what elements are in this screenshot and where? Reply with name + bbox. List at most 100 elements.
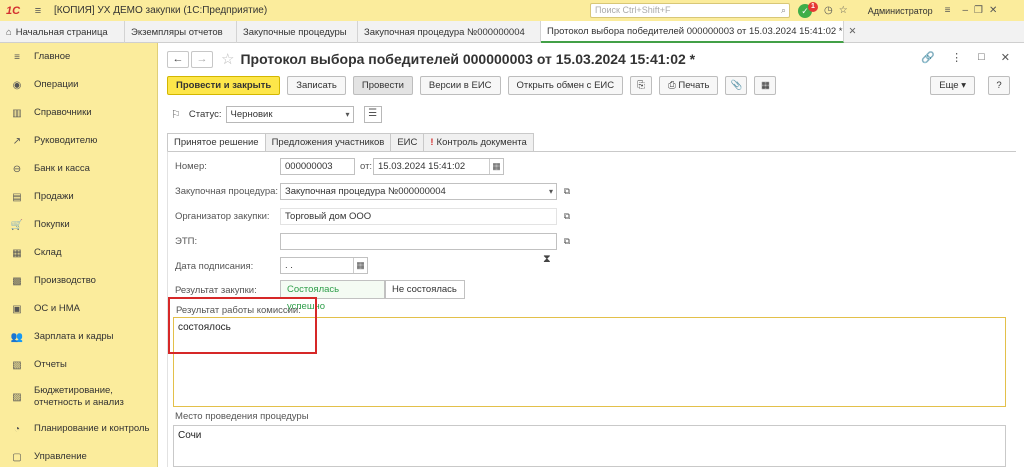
sidebar-item-planning[interactable]: ◔ Планирование и контроль — [0, 415, 157, 443]
bank-icon: ⊖ — [12, 163, 22, 175]
open-procedure-icon[interactable]: ⧉ — [560, 184, 574, 198]
etp-field[interactable] — [280, 233, 557, 250]
tab-report-instances[interactable]: Экземпляры отчетов — [125, 21, 237, 43]
warehouse-icon: ▦ — [12, 247, 22, 259]
page-title: Протокол выбора победителей 000000003 от… — [240, 51, 696, 67]
forward-button[interactable]: → — [191, 50, 213, 68]
sidebar-item-reports[interactable]: ▧ Отчеты — [0, 351, 157, 379]
post-and-close-button[interactable]: Провести и закрыть — [167, 76, 281, 95]
chevron-down-icon[interactable]: ▾ — [549, 184, 553, 199]
tab-home[interactable]: ⌂ Начальная страница — [0, 21, 125, 43]
sidebar-item-purchases[interactable]: 🛒 Покупки — [0, 211, 157, 239]
notifications-badge[interactable]: 1 — [808, 1, 818, 12]
search-icon[interactable]: ⌕ — [781, 4, 786, 17]
restore-icon[interactable]: ❐ — [974, 5, 983, 16]
open-etp-icon[interactable]: ⧉ — [560, 234, 574, 248]
result-fail-option[interactable]: Не состоялась — [385, 280, 465, 299]
calendar-icon[interactable]: ▦ — [489, 159, 503, 174]
comment-icon[interactable]: ☰ — [363, 105, 382, 123]
sidebar-item-warehouse[interactable]: ▦ Склад — [0, 239, 157, 267]
structure-icon[interactable]: ⎘ — [630, 76, 653, 95]
organizer-field[interactable]: Торговый дом ООО — [280, 208, 557, 225]
sales-icon: ▤ — [12, 191, 22, 203]
number-field[interactable]: 000000003 — [280, 158, 355, 175]
result-label: Результат закупки: — [175, 285, 257, 296]
sign-date-field[interactable]: . . ▦ — [280, 257, 368, 274]
close-tab-icon[interactable]: ✕ — [848, 26, 856, 37]
sidebar-item-management[interactable]: ↗ Руководителю — [0, 127, 157, 155]
budget-icon: ▨ — [12, 391, 22, 403]
tab-document-control[interactable]: ! Контроль документа — [423, 133, 534, 152]
production-icon: ▩ — [12, 275, 22, 287]
sidebar-item-payroll[interactable]: 👥 Зарплата и кадры — [0, 323, 157, 351]
save-button[interactable]: Записать — [287, 76, 346, 95]
reports-icon: ▧ — [12, 359, 22, 371]
sidebar-item-sales[interactable]: ▤ Продажи — [0, 183, 157, 211]
help-button[interactable]: ? — [988, 76, 1010, 95]
date-field[interactable]: 15.03.2024 15:41:02 ▦ — [373, 158, 504, 175]
chevron-down-icon[interactable]: ▾ — [346, 107, 350, 122]
control-icon: ▢ — [12, 451, 22, 463]
place-textarea[interactable]: Сочи — [173, 425, 1006, 467]
qr-code-icon[interactable]: ▦ — [754, 76, 777, 95]
status-select[interactable]: Черновик ▾ — [225, 105, 354, 123]
post-button[interactable]: Провести — [352, 76, 413, 95]
sidebar: ≡ Главное ◉ Операции ▥ Справочники ↗ Руковод… — [0, 43, 158, 467]
sidebar-item-main[interactable]: ≡ Главное — [0, 43, 157, 71]
menu-icon: ≡ — [14, 51, 20, 63]
organizer-label: Организатор закупки: — [175, 211, 270, 222]
procedure-label: Закупочная процедура: — [175, 186, 279, 197]
sidebar-item-operations[interactable]: ◉ Операции — [0, 71, 157, 99]
print-button[interactable]: ⎙ Печать — [659, 76, 719, 95]
back-button[interactable]: ← — [167, 50, 189, 68]
attachment-icon[interactable]: 📎 — [725, 76, 748, 95]
calendar-icon[interactable]: ▦ — [353, 258, 367, 273]
global-search-input[interactable]: Поиск Ctrl+Shift+F ⌕ — [590, 3, 790, 18]
procedure-field[interactable]: Закупочная процедура №000000004 ▾ — [280, 183, 557, 200]
open-organizer-icon[interactable]: ⧉ — [560, 209, 574, 223]
tab-decision[interactable]: Принятое решение — [167, 133, 266, 152]
tab-winner-protocol[interactable]: Протокол выбора победителей 000000003 от… — [541, 21, 856, 43]
highlight-box — [168, 297, 317, 354]
link-icon[interactable]: 🔗 — [921, 51, 935, 64]
sidebar-item-production[interactable]: ▩ Производство — [0, 267, 157, 295]
date-label: от: — [360, 161, 373, 172]
close-form-icon[interactable]: ✕ — [1001, 51, 1010, 64]
tab-participant-offers[interactable]: Предложения участников — [264, 133, 392, 152]
sign-date-label: Дата подписания: — [175, 261, 254, 272]
tab-procurement-procedures[interactable]: Закупочные процедуры — [237, 21, 358, 43]
menu-icon[interactable]: ≡ — [30, 5, 46, 17]
more-button[interactable]: Еще ▾ — [930, 76, 975, 95]
sidebar-item-control[interactable]: ▢ Управление — [0, 443, 157, 467]
settings-icon[interactable]: ≡ — [945, 5, 951, 16]
user-name[interactable]: Администратор — [868, 6, 933, 16]
tab-eis[interactable]: ЕИС — [390, 133, 425, 152]
cart-icon: 🛒 — [10, 219, 24, 231]
printer-icon: ⎙ — [668, 80, 679, 91]
title-bar: 1С ≡ [КОПИЯ] УХ ДЕМО закупки (1С:Предпри… — [0, 0, 1024, 21]
window-title: [КОПИЯ] УХ ДЕМО закупки (1С:Предприятие) — [54, 5, 268, 16]
tab-procurement-procedure[interactable]: Закупочная процедура №000000004 — [358, 21, 541, 43]
favorite-star-icon[interactable]: ☆ — [221, 50, 234, 68]
sidebar-item-assets[interactable]: ▣ ОС и НМА — [0, 295, 157, 323]
close-icon[interactable]: ✕ — [989, 5, 997, 16]
sidebar-item-budgeting[interactable]: ▨ Бюджетирование, отчетность и анализ — [0, 379, 157, 415]
more-vertical-icon[interactable]: ⋮ — [951, 51, 962, 64]
assets-icon: ▣ — [12, 303, 22, 315]
open-eis-exchange-button[interactable]: Открыть обмен с ЕИС — [507, 76, 624, 95]
people-icon: 👥 — [10, 331, 24, 343]
minimize-icon[interactable]: – — [962, 5, 968, 16]
form-toolbar: Провести и закрыть Записать Провести Вер… — [167, 76, 783, 95]
place-label: Место проведения процедуры — [175, 411, 309, 422]
maximize-icon[interactable]: □ — [978, 51, 985, 64]
favorites-icon[interactable]: ☆ — [839, 5, 848, 16]
eis-versions-button[interactable]: Версии в ЕИС — [419, 76, 501, 95]
status-label: Статус: — [188, 108, 222, 120]
catalogs-icon: ▥ — [12, 107, 22, 119]
trend-icon: ↗ — [12, 135, 22, 147]
history-icon[interactable]: ◷ — [824, 5, 833, 16]
sidebar-item-bank[interactable]: ⊖ Банк и касса — [0, 155, 157, 183]
sidebar-item-catalogs[interactable]: ▥ Справочники — [0, 99, 157, 127]
operations-icon: ◉ — [12, 79, 22, 91]
document-form: ← → ☆ Протокол выбора победителей 000000… — [159, 43, 1024, 467]
